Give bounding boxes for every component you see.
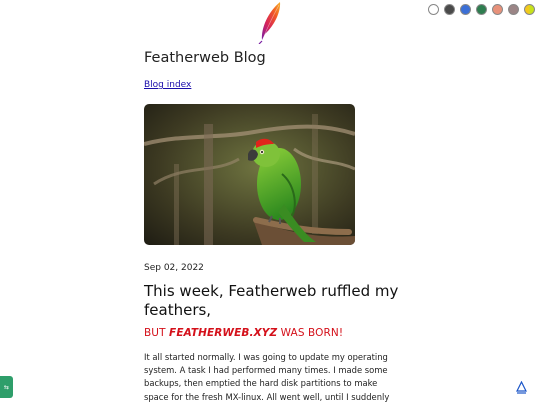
side-toggle-label: ⇆ bbox=[3, 383, 10, 391]
blog-index-link[interactable]: Blog index bbox=[144, 80, 191, 90]
post-body: It all started normally. I was going to … bbox=[144, 352, 390, 405]
post-hero-image[interactable] bbox=[144, 104, 355, 245]
blog-title: Featherweb Blog bbox=[144, 50, 266, 66]
swatch-salmon[interactable] bbox=[492, 4, 503, 15]
swatch-mauve[interactable] bbox=[508, 4, 519, 15]
swatch-white[interactable] bbox=[428, 4, 439, 15]
subtitle-prefix: BUT bbox=[144, 327, 170, 339]
post-date: Sep 02, 2022 bbox=[144, 263, 204, 273]
subtitle-suffix: WAS BORN! bbox=[277, 327, 344, 339]
side-toggle-tab[interactable]: ⇆ bbox=[0, 376, 13, 398]
feather-icon bbox=[258, 2, 281, 44]
post-title: This week, Featherweb ruffled my feather… bbox=[144, 282, 399, 319]
swatch-lime-yellow[interactable] bbox=[524, 4, 535, 15]
main-content: Featherweb Blog Blog index Sep 02, 2022 … bbox=[144, 48, 400, 405]
post-subtitle: BUT FEATHERWEB.XYZ WAS BORN! bbox=[144, 327, 400, 339]
accessibility-icon[interactable] bbox=[516, 381, 527, 394]
swatch-dark[interactable] bbox=[444, 4, 455, 15]
swatch-green[interactable] bbox=[476, 4, 487, 15]
subtitle-brand: FEATHERWEB.XYZ bbox=[169, 327, 278, 339]
swatch-blue[interactable] bbox=[460, 4, 471, 15]
theme-swatches bbox=[428, 4, 535, 15]
